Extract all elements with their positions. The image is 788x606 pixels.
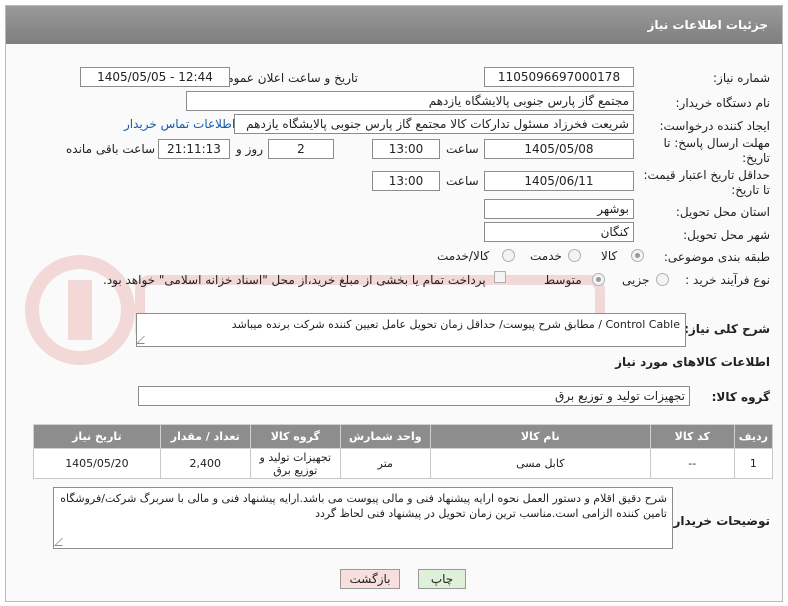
category-goods-service-radio[interactable] [502,249,515,262]
time-remaining-label: ساعت باقی مانده [66,142,156,156]
general-desc-field: Control Cable / مطابق شرح پیوست/ حداقل ز… [136,313,686,347]
col-unit: واحد شمارش [339,424,431,449]
col-row: ردیف [733,424,774,449]
process-medium-label: متوسط [544,273,582,287]
category-goods-radio[interactable] [631,249,644,262]
cell-group: تجهیزات تولید و توزیع برق [249,448,341,479]
deadline-date-field: 1405/05/08 [484,139,634,159]
city-label: شهر محل تحویل: [683,228,770,242]
validity-date-field: 1405/06/11 [484,171,634,191]
time-remaining-field: 21:11:13 [158,139,230,159]
goods-group-label: گروه کالا: [711,390,770,404]
process-minor-label: جزیی [622,273,650,287]
back-button[interactable]: بازگشت [340,569,400,589]
category-service-label: خدمت [530,249,562,263]
general-desc-label: شرح کلی نیاز: [684,322,770,336]
general-desc-text: Control Cable / مطابق شرح پیوست/ حداقل ز… [231,318,680,331]
page-title: جزئیات اطلاعات نیاز [6,6,782,44]
buyer-org-label: نام دستگاه خریدار: [675,96,771,110]
col-quantity: تعداد / مقدار [159,424,251,449]
validity-time-field: 13:00 [372,171,440,191]
request-creator-field: شریعت فخرزاد مسئول تدارکات کالا مجتمع گا… [234,114,634,134]
request-creator-label: ایجاد کننده درخواست: [659,119,770,133]
days-label: روز و [236,142,263,156]
buyer-org-field: مجتمع گاز پارس جنوبی پالایشگاه یازدهم [186,91,634,111]
process-minor-radio[interactable] [656,273,669,286]
category-service-radio[interactable] [568,249,581,262]
province-label: استان محل تحویل: [675,205,770,219]
deadline-label-date: تاریخ: [742,151,770,165]
print-button[interactable]: چاپ [418,569,466,589]
price-validity-label: حداقل تاریخ اعتبار قیمت: [643,168,770,182]
buyer-notes-text: شرح دقیق اقلام و دستور العمل نحوه ارایه … [60,492,667,520]
price-validity-label-date: تا تاریخ: [731,183,770,197]
buyer-notes-field: شرح دقیق اقلام و دستور العمل نحوه ارایه … [53,487,673,549]
col-need-date: تاریخ نیاز [33,424,161,449]
deadline-time-label: ساعت [446,142,479,156]
cell-row: 1 [733,448,774,479]
deadline-time-field: 13:00 [372,139,440,159]
category-goods-label: کالا [601,249,618,263]
table-row: 1 -- کابل مسی متر تجهیزات تولید و توزیع … [33,448,774,479]
province-field: بوشهر [484,199,634,219]
need-number-field: 1105096697000178 [484,67,634,87]
goods-group-field: تجهیزات تولید و توزیع برق [138,386,690,406]
cell-unit: متر [339,448,431,479]
cell-quantity: 2,400 [159,448,251,479]
cell-need-date: 1405/05/20 [33,448,161,479]
validity-time-label: ساعت [446,174,479,188]
deadline-label: مهلت ارسال پاسخ: تا [663,136,770,150]
announce-datetime-label: تاریخ و ساعت اعلان عمومی: [213,71,358,85]
goods-table: ردیف کد کالا نام کالا واحد شمارش گروه کا… [33,424,774,479]
process-medium-radio[interactable] [592,273,605,286]
buyer-contact-link[interactable]: اطلاعات تماس خریدار [124,117,235,131]
buyer-notes-label: توضیحات خریدار: [668,514,770,528]
goods-info-title: اطلاعات کالاهای مورد نیاز [615,355,770,369]
treasury-payment-note: پرداخت تمام یا بخشی از مبلغ خرید،از محل … [103,273,486,287]
cell-name: کابل مسی [429,448,651,479]
announce-datetime-field: 1405/05/05 - 12:44 [80,67,230,87]
col-code: کد کالا [649,424,735,449]
treasury-payment-checkbox[interactable] [494,271,506,283]
need-number-label: شماره نیاز: [713,71,770,85]
purchase-process-label: نوع فرآیند خرید : [685,273,770,287]
col-name: نام کالا [429,424,651,449]
cell-code: -- [649,448,735,479]
table-header-row: ردیف کد کالا نام کالا واحد شمارش گروه کا… [33,424,774,449]
city-field: کنگان [484,222,634,242]
col-group: گروه کالا [249,424,341,449]
category-goods-service-label: کالا/خدمت [437,249,490,263]
category-label: طبقه بندی موضوعی: [663,250,770,264]
days-remaining-field: 2 [268,139,334,159]
